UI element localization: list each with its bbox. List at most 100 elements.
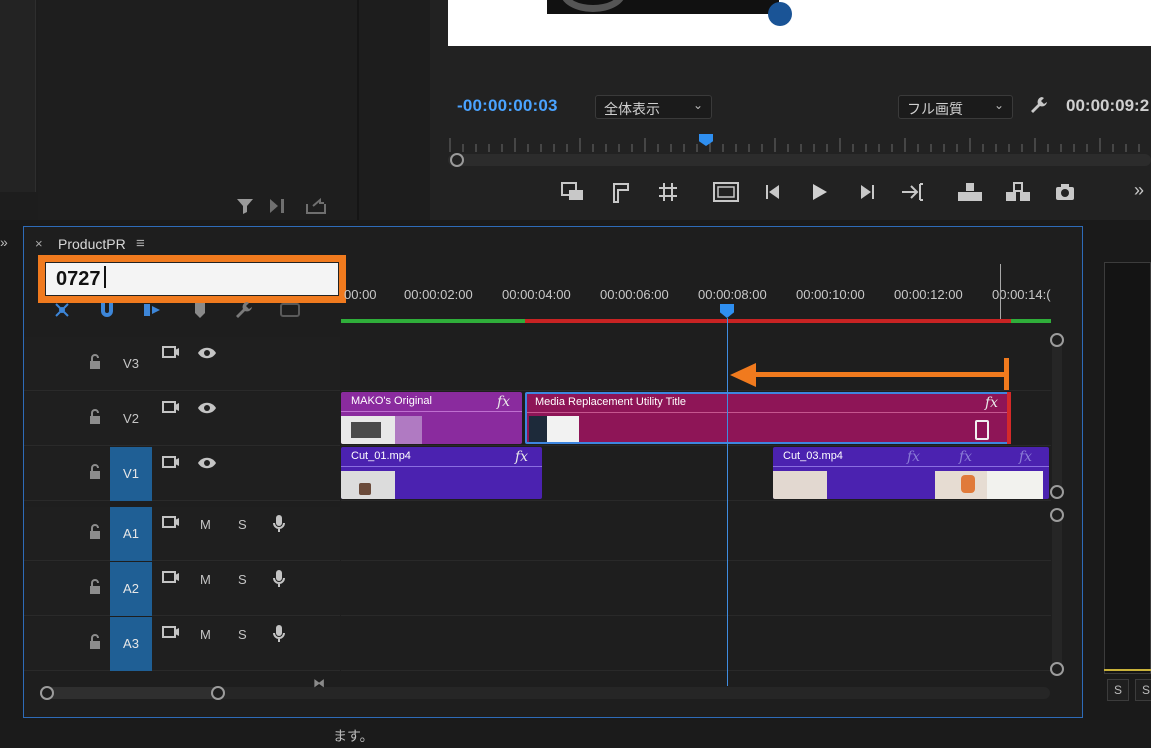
sync-lock-icon[interactable] bbox=[162, 400, 180, 419]
graphic-clip-media-replacement[interactable]: Media Replacement Utility Title fx bbox=[525, 392, 1009, 444]
audio-tracks-scrollbar[interactable] bbox=[1052, 516, 1062, 672]
track-lane-a1[interactable] bbox=[341, 507, 1051, 561]
solo-left-button[interactable]: S bbox=[1107, 679, 1129, 701]
audio-meter bbox=[1104, 262, 1151, 674]
timeline-playhead-line[interactable] bbox=[727, 318, 728, 686]
chevron-down-icon: ⌄ bbox=[692, 98, 703, 112]
safe-margins-icon[interactable] bbox=[653, 180, 683, 210]
mute-button[interactable]: M bbox=[200, 572, 211, 587]
scroll-handle[interactable] bbox=[1050, 508, 1064, 522]
go-to-out-icon[interactable] bbox=[898, 180, 928, 210]
scroll-handle[interactable] bbox=[1050, 485, 1064, 499]
play-icon[interactable] bbox=[804, 180, 834, 210]
track-lane-a3[interactable] bbox=[341, 617, 1051, 671]
timecode-input-highlight bbox=[38, 255, 346, 303]
track-lane-v3[interactable] bbox=[341, 337, 1051, 391]
microphone-icon[interactable] bbox=[272, 514, 286, 537]
close-icon[interactable]: × bbox=[35, 236, 43, 251]
camera-icon[interactable] bbox=[1050, 180, 1080, 210]
mark-out-icon[interactable] bbox=[606, 180, 636, 210]
video-clip-cut03[interactable]: Cut_03.mp4 fx fx fx bbox=[773, 447, 1049, 499]
mute-button[interactable]: M bbox=[200, 517, 211, 532]
track-target-v1[interactable]: V1 bbox=[110, 447, 152, 501]
more-icon[interactable]: » bbox=[1124, 180, 1151, 201]
playback-resolution-select[interactable]: フル画質 ⌄ bbox=[898, 95, 1013, 119]
sync-lock-icon[interactable] bbox=[162, 625, 180, 644]
fx-badge: fx bbox=[497, 394, 511, 410]
insert-icon[interactable] bbox=[268, 196, 290, 221]
solo-button[interactable]: S bbox=[238, 517, 247, 532]
lock-icon[interactable] bbox=[88, 579, 102, 599]
title-clip-mako[interactable]: MAKO's Original fx bbox=[341, 392, 522, 444]
linked-selection-icon[interactable] bbox=[142, 300, 164, 325]
track-header-v3[interactable] bbox=[24, 337, 340, 391]
panel-divider[interactable] bbox=[357, 0, 359, 220]
video-tracks-scrollbar[interactable] bbox=[1052, 340, 1062, 494]
microphone-icon[interactable] bbox=[272, 569, 286, 592]
lift-icon[interactable] bbox=[955, 180, 985, 210]
captions-icon[interactable] bbox=[279, 300, 301, 325]
clip-thumbnail bbox=[341, 471, 395, 499]
scroll-handle[interactable] bbox=[450, 153, 464, 167]
sequence-tab-title[interactable]: ProductPR bbox=[58, 236, 126, 252]
lock-icon[interactable] bbox=[88, 634, 102, 654]
scroll-thumb[interactable] bbox=[47, 687, 219, 699]
sync-lock-icon[interactable] bbox=[162, 455, 180, 474]
track-target-a3[interactable]: A3 bbox=[110, 617, 152, 671]
sync-lock-icon[interactable] bbox=[162, 570, 180, 589]
scroll-handle[interactable] bbox=[1050, 333, 1064, 347]
zoom-level-select[interactable]: 全体表示 ⌄ bbox=[595, 95, 712, 119]
lock-icon[interactable] bbox=[88, 409, 102, 429]
track-target-a2[interactable]: A2 bbox=[110, 562, 152, 616]
crop-icon[interactable] bbox=[711, 180, 741, 210]
sync-lock-icon[interactable] bbox=[162, 345, 180, 364]
program-scroll-bar[interactable] bbox=[448, 154, 1151, 166]
timecode-input[interactable] bbox=[45, 262, 339, 296]
export-icon[interactable] bbox=[305, 196, 327, 221]
track-header-v2[interactable] bbox=[24, 392, 340, 446]
eye-icon[interactable] bbox=[197, 346, 217, 363]
mute-button[interactable]: M bbox=[200, 627, 211, 642]
track-lane-a2[interactable] bbox=[341, 562, 1051, 616]
nest-icon[interactable] bbox=[52, 300, 72, 325]
marker-icon[interactable] bbox=[192, 300, 208, 325]
track-target-v3[interactable]: V3 bbox=[110, 337, 152, 391]
extract-icon[interactable] bbox=[1003, 180, 1033, 210]
sync-lock-icon[interactable] bbox=[162, 515, 180, 534]
settings-wrench-icon[interactable] bbox=[234, 300, 254, 325]
annotation-arrow-stop bbox=[1004, 358, 1009, 390]
track-header-a1[interactable] bbox=[24, 507, 340, 561]
scroll-handle[interactable] bbox=[40, 686, 54, 700]
scroll-handle[interactable] bbox=[1050, 662, 1064, 676]
program-time-ruler[interactable] bbox=[448, 136, 1151, 154]
solo-button[interactable]: S bbox=[238, 627, 247, 642]
eye-icon[interactable] bbox=[197, 401, 217, 418]
track-header-v1[interactable] bbox=[24, 447, 340, 501]
panel-menu-icon[interactable]: ≡ bbox=[136, 235, 145, 252]
scroll-handle[interactable] bbox=[211, 686, 225, 700]
clip-thumbnail bbox=[341, 416, 395, 444]
filter-icon[interactable] bbox=[235, 196, 255, 221]
track-target-v2[interactable]: V2 bbox=[110, 392, 152, 446]
wrench-icon[interactable] bbox=[1029, 95, 1049, 121]
mark-in-icon[interactable] bbox=[558, 180, 588, 210]
project-panel-sidebar bbox=[0, 0, 36, 192]
track-header-a2[interactable] bbox=[24, 562, 340, 616]
step-forward-icon[interactable] bbox=[852, 180, 882, 210]
track-header-a3[interactable] bbox=[24, 617, 340, 671]
lock-icon[interactable] bbox=[88, 524, 102, 544]
eye-icon[interactable] bbox=[197, 456, 217, 473]
panel-expander[interactable]: » bbox=[0, 234, 8, 250]
clip-trim-edge[interactable] bbox=[1007, 392, 1011, 444]
playhead-timecode[interactable]: -00:00:00:03 bbox=[457, 96, 558, 116]
snap-icon[interactable] bbox=[97, 300, 117, 325]
solo-right-button[interactable]: S bbox=[1135, 679, 1151, 701]
microphone-icon[interactable] bbox=[272, 624, 286, 647]
step-back-icon[interactable] bbox=[758, 180, 788, 210]
lock-icon[interactable] bbox=[88, 354, 102, 374]
video-clip-cut01[interactable]: Cut_01.mp4 fx bbox=[341, 447, 542, 499]
track-resize-icon[interactable]: ⧓ bbox=[313, 676, 325, 690]
track-target-a1[interactable]: A1 bbox=[110, 507, 152, 561]
lock-icon[interactable] bbox=[88, 464, 102, 484]
solo-button[interactable]: S bbox=[238, 572, 247, 587]
